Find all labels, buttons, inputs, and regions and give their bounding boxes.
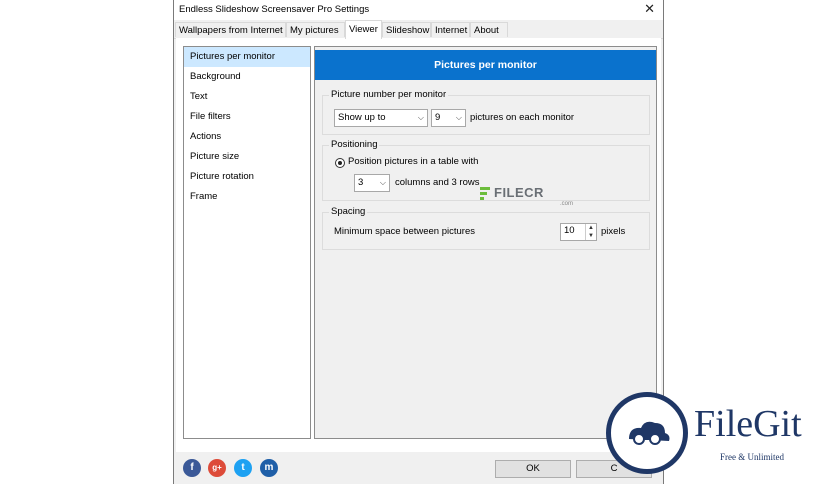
picture-count-select[interactable]: 9 ⌵ <box>431 109 466 127</box>
picture-mode-select[interactable]: Show up to ⌵ <box>334 109 428 127</box>
filecr-domain: .com <box>560 201 574 207</box>
columns-select[interactable]: 3 ⌵ <box>354 174 390 192</box>
sidebar-item-file-filters[interactable]: File filters <box>184 107 310 127</box>
sidebar-item-background[interactable]: Background <box>184 67 310 87</box>
close-icon[interactable]: ✕ <box>644 1 655 17</box>
tab-content: Pictures per monitor Background Text Fil… <box>176 38 661 452</box>
panel-header: Pictures per monitor <box>315 50 656 80</box>
spacing-label: Minimum space between pictures <box>334 226 475 237</box>
settings-category-list: Pictures per monitor Background Text Fil… <box>183 46 311 439</box>
table-position-radio[interactable] <box>335 158 345 168</box>
tab-viewer[interactable]: Viewer <box>345 20 382 39</box>
sidebar-item-pictures-per-monitor[interactable]: Pictures per monitor <box>184 47 310 67</box>
myspace-icon[interactable]: m <box>260 459 278 477</box>
spacing-spinner[interactable]: 10 ▲ ▼ <box>560 223 597 241</box>
settings-panel: Pictures per monitor Picture number per … <box>314 46 657 439</box>
tab-wallpapers-from-internet[interactable]: Wallpapers from Internet <box>175 22 286 37</box>
sidebar-item-picture-size[interactable]: Picture size <box>184 147 310 167</box>
picture-count-value: 9 <box>435 112 441 123</box>
spacing-legend: Spacing <box>329 206 368 217</box>
title-bar: Endless Slideshow Screensaver Pro Settin… <box>174 0 663 20</box>
picture-number-group: Picture number per monitor Show up to ⌵ … <box>322 89 650 135</box>
tab-internet[interactable]: Internet <box>431 22 470 37</box>
spacing-group: Spacing Minimum space between pictures 1… <box>322 206 650 250</box>
tab-my-pictures[interactable]: My pictures <box>286 22 345 37</box>
columns-suffix: columns and 3 rows <box>395 177 480 188</box>
spin-arrows-icon[interactable]: ▲ ▼ <box>585 224 596 240</box>
picture-mode-value: Show up to <box>338 112 386 123</box>
window-title: Endless Slideshow Screensaver Pro Settin… <box>179 4 370 15</box>
ok-button[interactable]: OK <box>495 460 571 478</box>
sidebar-item-picture-rotation[interactable]: Picture rotation <box>184 167 310 187</box>
filegit-watermark: FileGit Free & Unlimited <box>606 392 836 478</box>
chevron-down-icon: ⌵ <box>417 113 424 122</box>
chevron-down-icon: ⌵ <box>379 178 386 187</box>
tab-about[interactable]: About <box>470 22 508 37</box>
tab-bar: Wallpapers from Internet My pictures Vie… <box>174 20 663 39</box>
spacing-value: 10 <box>564 225 575 236</box>
chevron-down-icon: ⌵ <box>455 113 462 122</box>
sidebar-item-frame[interactable]: Frame <box>184 187 310 207</box>
settings-window: Endless Slideshow Screensaver Pro Settin… <box>173 0 664 484</box>
positioning-legend: Positioning <box>329 139 380 150</box>
spacing-unit: pixels <box>601 226 626 237</box>
filegit-tagline: Free & Unlimited <box>720 452 784 462</box>
twitter-icon[interactable]: t <box>234 459 252 477</box>
columns-value: 3 <box>358 177 364 188</box>
picture-count-suffix: pictures on each monitor <box>470 112 575 123</box>
picture-number-legend: Picture number per monitor <box>329 89 449 100</box>
tab-slideshow[interactable]: Slideshow <box>382 22 431 37</box>
filegit-logo-icon <box>606 392 688 474</box>
filecr-logo-icon <box>480 187 490 201</box>
filecr-name: FILECR <box>494 185 544 200</box>
dialog-footer: f g+ t m OK C <box>174 452 663 484</box>
sidebar-item-text[interactable]: Text <box>184 87 310 107</box>
filegit-name: FileGit <box>694 403 802 445</box>
facebook-icon[interactable]: f <box>183 459 201 477</box>
table-position-label: Position pictures in a table with <box>348 156 479 167</box>
sidebar-item-actions[interactable]: Actions <box>184 127 310 147</box>
google-plus-icon[interactable]: g+ <box>208 459 226 477</box>
